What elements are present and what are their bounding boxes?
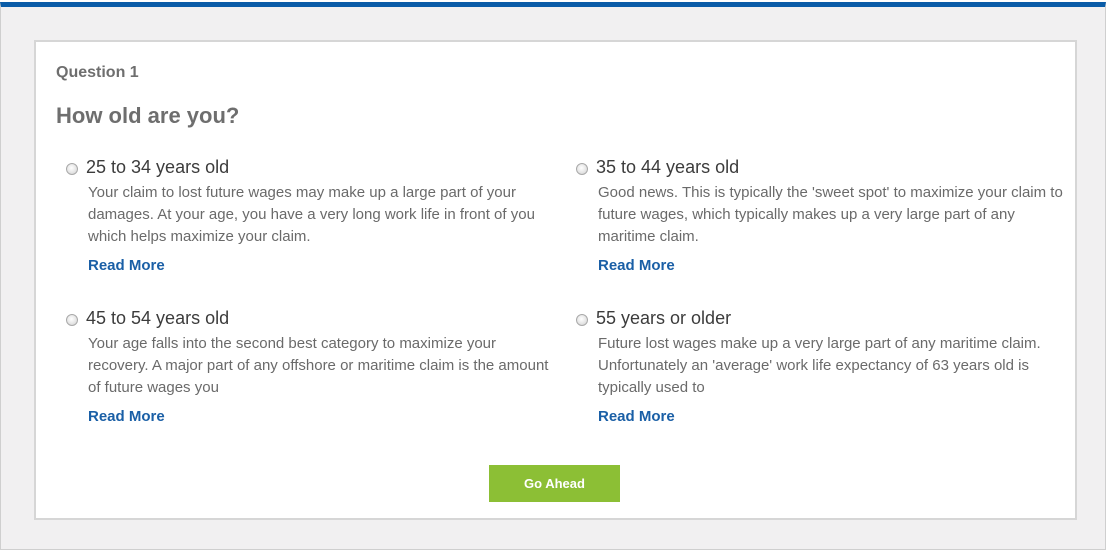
option-description: Good news. This is typically the 'sweet … — [598, 184, 1063, 245]
option-label[interactable]: 45 to 54 years old — [86, 308, 229, 329]
page-frame: Question 1 How old are you? 25 to 34 yea… — [0, 2, 1106, 550]
option-description: Your age falls into the second best cate… — [88, 335, 549, 396]
read-more-link[interactable]: Read More — [88, 408, 165, 425]
question-number: Question 1 — [56, 64, 139, 81]
radio-45-54[interactable] — [66, 314, 78, 326]
radio-35-44[interactable] — [576, 163, 588, 175]
radio-55-older[interactable] — [576, 314, 588, 326]
option-label[interactable]: 55 years or older — [596, 308, 731, 329]
option-label[interactable]: 35 to 44 years old — [596, 157, 739, 178]
read-more-link[interactable]: Read More — [88, 257, 165, 274]
read-more-link[interactable]: Read More — [598, 408, 675, 425]
read-more-link[interactable]: Read More — [598, 257, 675, 274]
go-ahead-button[interactable]: Go Ahead — [489, 465, 620, 502]
option-description: Your claim to lost future wages may make… — [88, 184, 535, 245]
question-title: How old are you? — [56, 103, 240, 128]
radio-25-34[interactable] — [66, 163, 78, 175]
option-label[interactable]: 25 to 34 years old — [86, 157, 229, 178]
question-card: Question 1 How old are you? 25 to 34 yea… — [34, 40, 1077, 520]
option-description: Future lost wages make up a very large p… — [598, 335, 1041, 396]
